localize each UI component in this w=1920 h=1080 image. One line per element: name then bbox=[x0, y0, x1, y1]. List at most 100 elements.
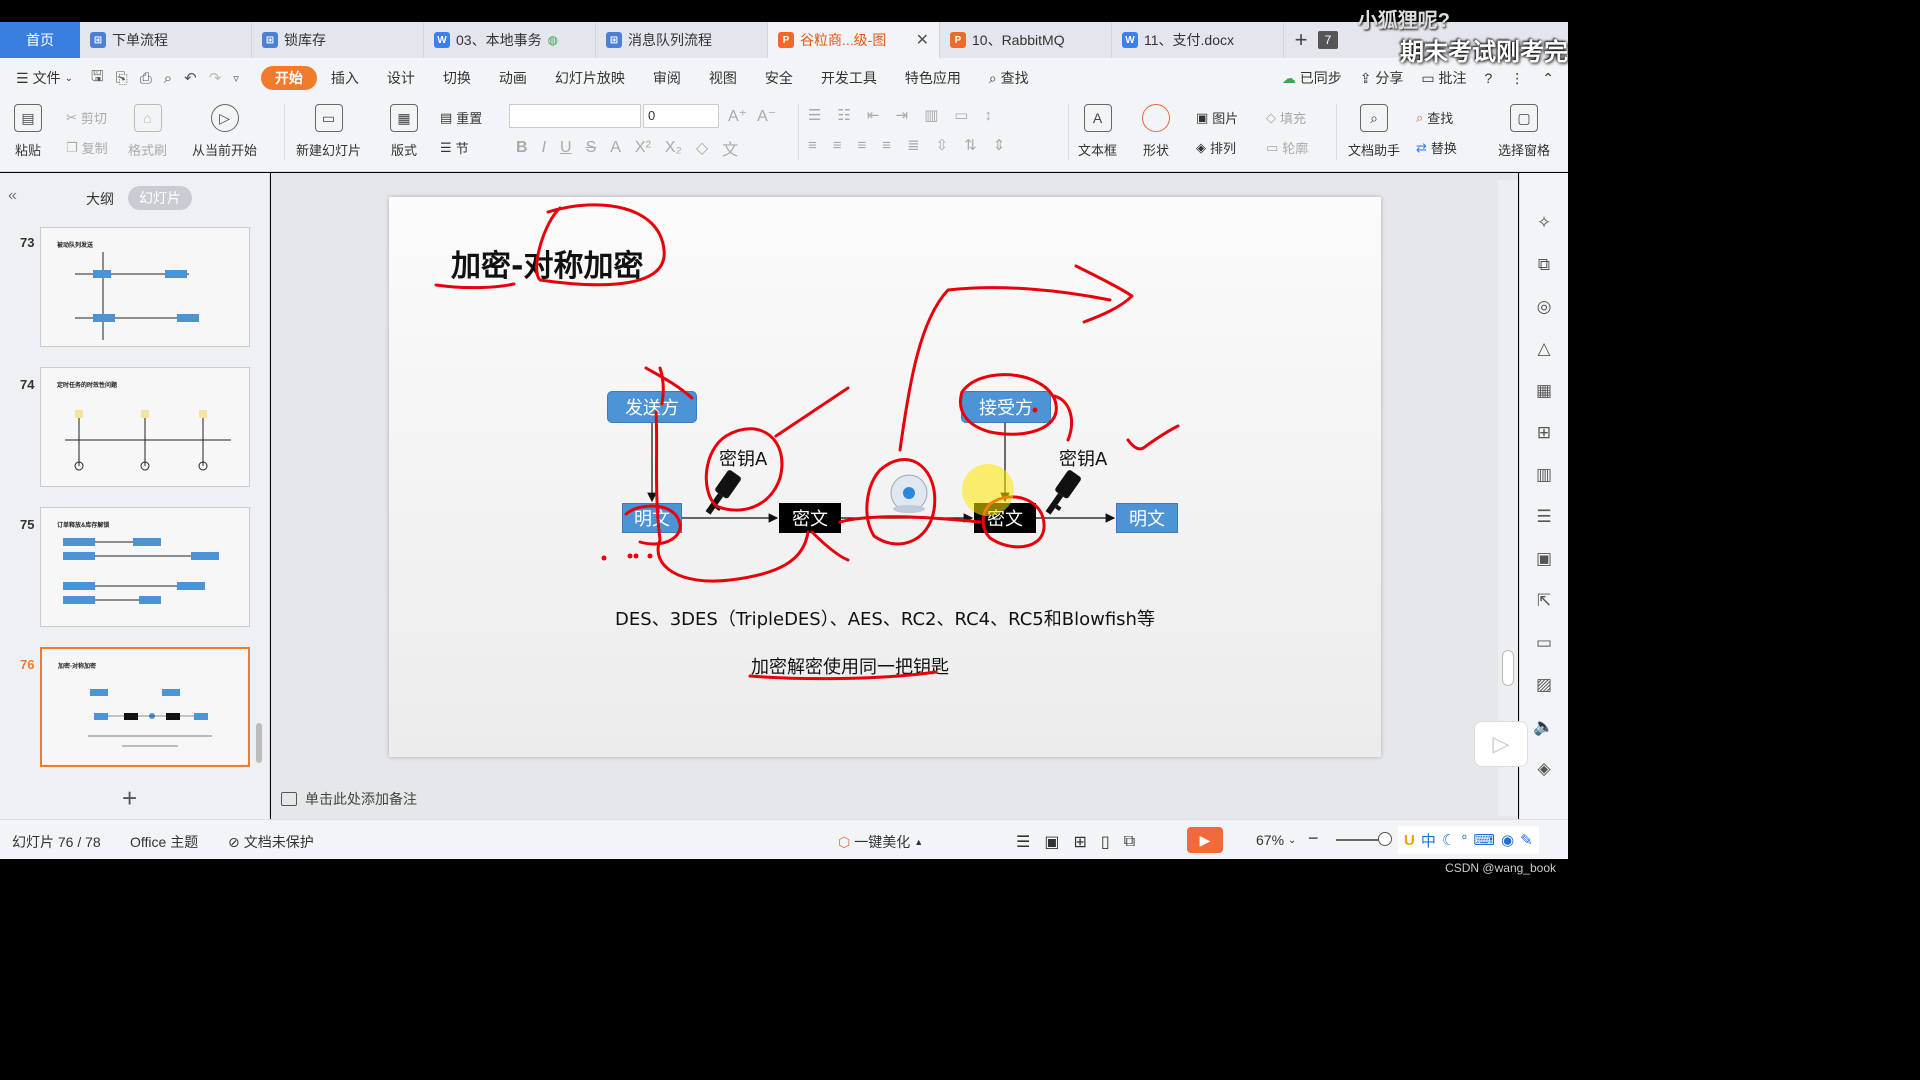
layout-button[interactable]: ▦ 版式 bbox=[390, 104, 418, 159]
collapse-panel-icon[interactable]: « bbox=[8, 187, 17, 205]
text-box-align-icon[interactable]: ▭ bbox=[954, 106, 968, 124]
save-icon[interactable]: 🖫 bbox=[91, 66, 104, 91]
play-slideshow-button[interactable]: ▶ bbox=[1187, 827, 1223, 853]
slides-tab[interactable]: 幻灯片 bbox=[128, 186, 192, 210]
grow-font-icon[interactable]: A⁺ bbox=[728, 106, 747, 126]
add-slide-plus-icon[interactable]: + bbox=[122, 783, 137, 814]
print-preview-icon[interactable]: ⌕ bbox=[164, 70, 172, 87]
slide-panel-icon[interactable]: ▣ bbox=[1534, 549, 1554, 569]
tab-order-flow[interactable]: ⊞ 下单流程 bbox=[80, 22, 252, 58]
presenter-view-icon[interactable]: ⧉ bbox=[1124, 833, 1135, 851]
shape-button[interactable]: 形状 bbox=[1142, 104, 1170, 159]
reset-button[interactable]: ▤ 重置 bbox=[440, 108, 482, 127]
new-tab-plus-icon[interactable]: + bbox=[1284, 22, 1318, 58]
font-size-input[interactable]: 0 bbox=[643, 104, 719, 128]
menu-insert[interactable]: 插入 bbox=[317, 68, 373, 88]
shrink-font-icon[interactable]: A⁻ bbox=[757, 106, 776, 126]
doc-helper-button[interactable]: ⌕ 文档助手 bbox=[1348, 104, 1400, 159]
select-pane-button[interactable]: ▢ 选择窗格 bbox=[1498, 104, 1550, 159]
archive-icon[interactable]: ▭ bbox=[1534, 633, 1554, 653]
sorter-view-icon[interactable]: ⊞ bbox=[1073, 832, 1086, 852]
strikethrough-icon[interactable]: S bbox=[586, 139, 597, 157]
slide-thumbnail-73[interactable]: 被动队列发送 bbox=[40, 227, 250, 347]
tools-icon[interactable]: ✎ bbox=[1520, 831, 1533, 849]
image-icon[interactable]: ▨ bbox=[1534, 675, 1554, 695]
number-list-icon[interactable]: ☷ bbox=[837, 106, 850, 124]
align-center-icon[interactable]: ≡ bbox=[833, 137, 842, 154]
section-button[interactable]: ☰ 节 bbox=[440, 138, 469, 157]
indent-increase-icon[interactable]: ⇥ bbox=[895, 106, 908, 124]
menu-search[interactable]: ⌕ 查找 bbox=[975, 68, 1043, 88]
ime-lang[interactable]: 中 bbox=[1421, 830, 1436, 851]
algorithms-text[interactable]: DES、3DES（TripleDES）、AES、RC2、RC4、RC5和Blow… bbox=[389, 605, 1381, 631]
zoom-level[interactable]: 67% ⌄ bbox=[1256, 832, 1296, 848]
tab-payment-docx[interactable]: W 11、支付.docx bbox=[1112, 22, 1284, 58]
normal-view-icon[interactable]: ▣ bbox=[1044, 832, 1059, 852]
shape-panel-icon[interactable]: ◎ bbox=[1534, 297, 1554, 317]
menu-slideshow[interactable]: 幻灯片放映 bbox=[541, 68, 639, 88]
collapse-ribbon-icon[interactable]: ⌃ bbox=[1542, 70, 1554, 87]
menu-review[interactable]: 审阅 bbox=[639, 68, 695, 88]
print-icon[interactable]: ⎙ bbox=[140, 70, 152, 87]
slide-thumbnail-75[interactable]: 订单释放&库存解锁 bbox=[40, 507, 250, 627]
outline-tab[interactable]: 大纲 bbox=[86, 189, 114, 209]
menu-view[interactable]: 视图 bbox=[695, 68, 751, 88]
thumbnail-scrollbar[interactable] bbox=[256, 723, 262, 763]
tab-home[interactable]: 首页 bbox=[0, 22, 80, 58]
vertical-align-icon[interactable]: ⇳ bbox=[936, 136, 949, 154]
menu-developer[interactable]: 开发工具 bbox=[807, 68, 891, 88]
keyboard-icon[interactable]: ⌨ bbox=[1473, 831, 1495, 849]
theme-name[interactable]: Office 主题 bbox=[130, 832, 198, 852]
menu-animation[interactable]: 动画 bbox=[485, 68, 541, 88]
arrange-button[interactable]: ◈ 排列 bbox=[1196, 138, 1236, 157]
clear-format-icon[interactable]: ◇ bbox=[696, 138, 708, 158]
align-left-icon[interactable]: ≡ bbox=[808, 137, 817, 154]
new-slide-button[interactable]: ▭ 新建幻灯片 bbox=[296, 104, 361, 159]
bullet-list-icon[interactable]: ☰ bbox=[808, 106, 821, 124]
find-button[interactable]: ⌕ 查找 bbox=[1416, 108, 1453, 127]
animation-icon[interactable]: △ bbox=[1534, 339, 1554, 359]
underline-icon[interactable]: U bbox=[560, 139, 572, 157]
user-icon[interactable]: ◉ bbox=[1501, 831, 1514, 849]
sync-status[interactable]: ☁ 已同步 bbox=[1282, 68, 1342, 88]
notes-placeholder[interactable]: 单击此处添加备注 bbox=[281, 789, 417, 809]
scroll-thumb[interactable] bbox=[1502, 650, 1514, 686]
grid-icon[interactable]: ⊞ bbox=[1534, 423, 1554, 443]
format-painter-button[interactable]: ⌂ 格式刷 bbox=[128, 104, 167, 159]
slide-thumbnail-76[interactable]: 加密-对称加密 bbox=[40, 647, 250, 767]
slide-thumbnail-74[interactable]: 定时任务的时效性问题 bbox=[40, 367, 250, 487]
tab-rabbitmq[interactable]: P 10、RabbitMQ bbox=[940, 22, 1112, 58]
cut-button[interactable]: ✂ 剪切 bbox=[66, 108, 107, 127]
replace-button[interactable]: ⇄ 替换 bbox=[1416, 138, 1457, 157]
help-icon[interactable]: ? bbox=[1484, 70, 1492, 86]
spacing-icon[interactable]: ⇕ bbox=[993, 136, 1006, 154]
transition-icon[interactable]: ⧉ bbox=[1534, 255, 1554, 275]
tab-guli-ppt[interactable]: P 谷粒商...级-图 ✕ bbox=[768, 22, 940, 58]
distribute-icon[interactable]: ≣ bbox=[907, 136, 920, 154]
subscript-icon[interactable]: X₂ bbox=[665, 139, 682, 157]
file-menu[interactable]: ☰ 文件 ⌄ bbox=[16, 68, 73, 88]
protect-status[interactable]: ⊘ 文档未保护 bbox=[228, 832, 314, 852]
bold-icon[interactable]: B bbox=[516, 139, 528, 157]
font-color-icon[interactable]: A bbox=[610, 139, 621, 157]
share-button[interactable]: ⇪ 分享 bbox=[1360, 68, 1404, 88]
notes-view-icon[interactable]: ☰ bbox=[1016, 832, 1030, 852]
moon-icon[interactable]: ☾ bbox=[1442, 831, 1455, 849]
menu-transition[interactable]: 切换 bbox=[429, 68, 485, 88]
justify-icon[interactable]: ≡ bbox=[882, 137, 891, 154]
menu-security[interactable]: 安全 bbox=[751, 68, 807, 88]
phonetic-icon[interactable]: 文 bbox=[722, 136, 738, 160]
export-icon[interactable]: ⎘ bbox=[116, 70, 128, 87]
superscript-icon[interactable]: X² bbox=[635, 139, 651, 157]
tab-count-badge[interactable]: 7 bbox=[1318, 31, 1338, 49]
picture-button[interactable]: ▣ 图片 bbox=[1196, 108, 1238, 127]
indent-decrease-icon[interactable]: ⇤ bbox=[867, 106, 880, 124]
outline-button[interactable]: ▭ 轮廓 bbox=[1266, 138, 1308, 157]
settings-sliders-icon[interactable]: ☰ bbox=[1534, 507, 1554, 527]
redo-icon[interactable]: ↷ bbox=[209, 69, 222, 87]
fill-button[interactable]: ◇ 填充 bbox=[1266, 108, 1306, 127]
beautify-button[interactable]: ⬡ 一键美化 ▲ bbox=[838, 832, 923, 852]
punctuation-icon[interactable]: ° bbox=[1461, 832, 1467, 849]
text-direction-icon[interactable]: ⇅ bbox=[964, 136, 977, 154]
menu-home[interactable]: 开始 bbox=[260, 66, 317, 90]
